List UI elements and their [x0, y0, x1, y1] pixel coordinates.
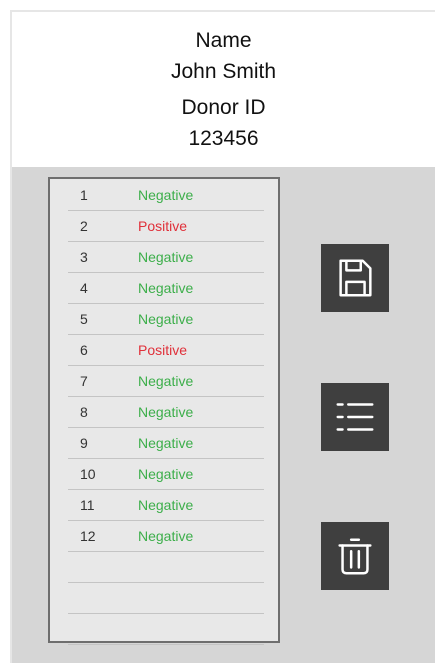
- result-status: Negative: [138, 280, 194, 296]
- delete-button[interactable]: [321, 522, 389, 590]
- result-number: 5: [80, 311, 88, 327]
- result-status: Negative: [138, 435, 194, 451]
- result-number: 12: [80, 528, 96, 544]
- result-row[interactable]: 8 Negative: [68, 397, 264, 428]
- result-number: 4: [80, 280, 88, 296]
- result-row[interactable]: 6 Positive: [68, 335, 264, 366]
- result-status: Negative: [138, 497, 194, 513]
- result-number: 2: [80, 218, 88, 234]
- result-number: 8: [80, 404, 88, 420]
- result-status: Negative: [138, 373, 194, 389]
- donor-header: Name John Smith Donor ID 123456: [12, 12, 435, 167]
- result-number: 3: [80, 249, 88, 265]
- save-button[interactable]: [321, 244, 389, 312]
- result-number: 11: [80, 497, 95, 513]
- donor-id-value: 123456: [188, 127, 259, 150]
- result-number: 7: [80, 373, 88, 389]
- list-button[interactable]: [321, 383, 389, 451]
- results-list[interactable]: 1 Negative 2 Positive 3 Negative 4 Negative 5 Neg…: [48, 177, 280, 645]
- list-icon: [336, 403, 374, 431]
- result-row[interactable]: 11 Negative: [68, 490, 264, 521]
- result-row[interactable]: 2 Positive: [68, 211, 264, 242]
- result-row[interactable]: 12 Negative: [68, 521, 264, 552]
- result-status: Negative: [138, 528, 194, 544]
- name-label: Name: [195, 29, 252, 52]
- result-row[interactable]: [68, 583, 264, 614]
- result-status: Negative: [138, 187, 194, 203]
- save-icon: [339, 259, 372, 297]
- result-status: Positive: [138, 342, 188, 358]
- result-number: 9: [80, 435, 88, 451]
- result-status: Negative: [138, 311, 194, 327]
- result-row[interactable]: 5 Negative: [68, 304, 264, 335]
- result-row[interactable]: 3 Negative: [68, 242, 264, 273]
- name-value: John Smith: [170, 60, 277, 83]
- result-row[interactable]: [68, 552, 264, 583]
- result-status: Negative: [138, 404, 194, 420]
- result-number: 10: [80, 466, 96, 482]
- result-status: Negative: [138, 466, 194, 482]
- result-row[interactable]: 7 Negative: [68, 366, 264, 397]
- result-status: Positive: [138, 218, 188, 234]
- result-status: Negative: [138, 249, 194, 265]
- result-row[interactable]: 9 Negative: [68, 428, 264, 459]
- result-row[interactable]: 1 Negative: [68, 180, 264, 211]
- result-row[interactable]: [68, 614, 264, 645]
- result-number: 6: [80, 342, 88, 358]
- donor-id-label: Donor ID: [181, 96, 266, 119]
- result-row[interactable]: 4 Negative: [68, 273, 264, 304]
- results-panel: 1 Negative 2 Positive 3 Negative 4 Negative 5 Neg…: [12, 167, 435, 663]
- result-number: 1: [80, 187, 88, 203]
- trash-icon: [338, 538, 372, 575]
- result-row[interactable]: 10 Negative: [68, 459, 264, 490]
